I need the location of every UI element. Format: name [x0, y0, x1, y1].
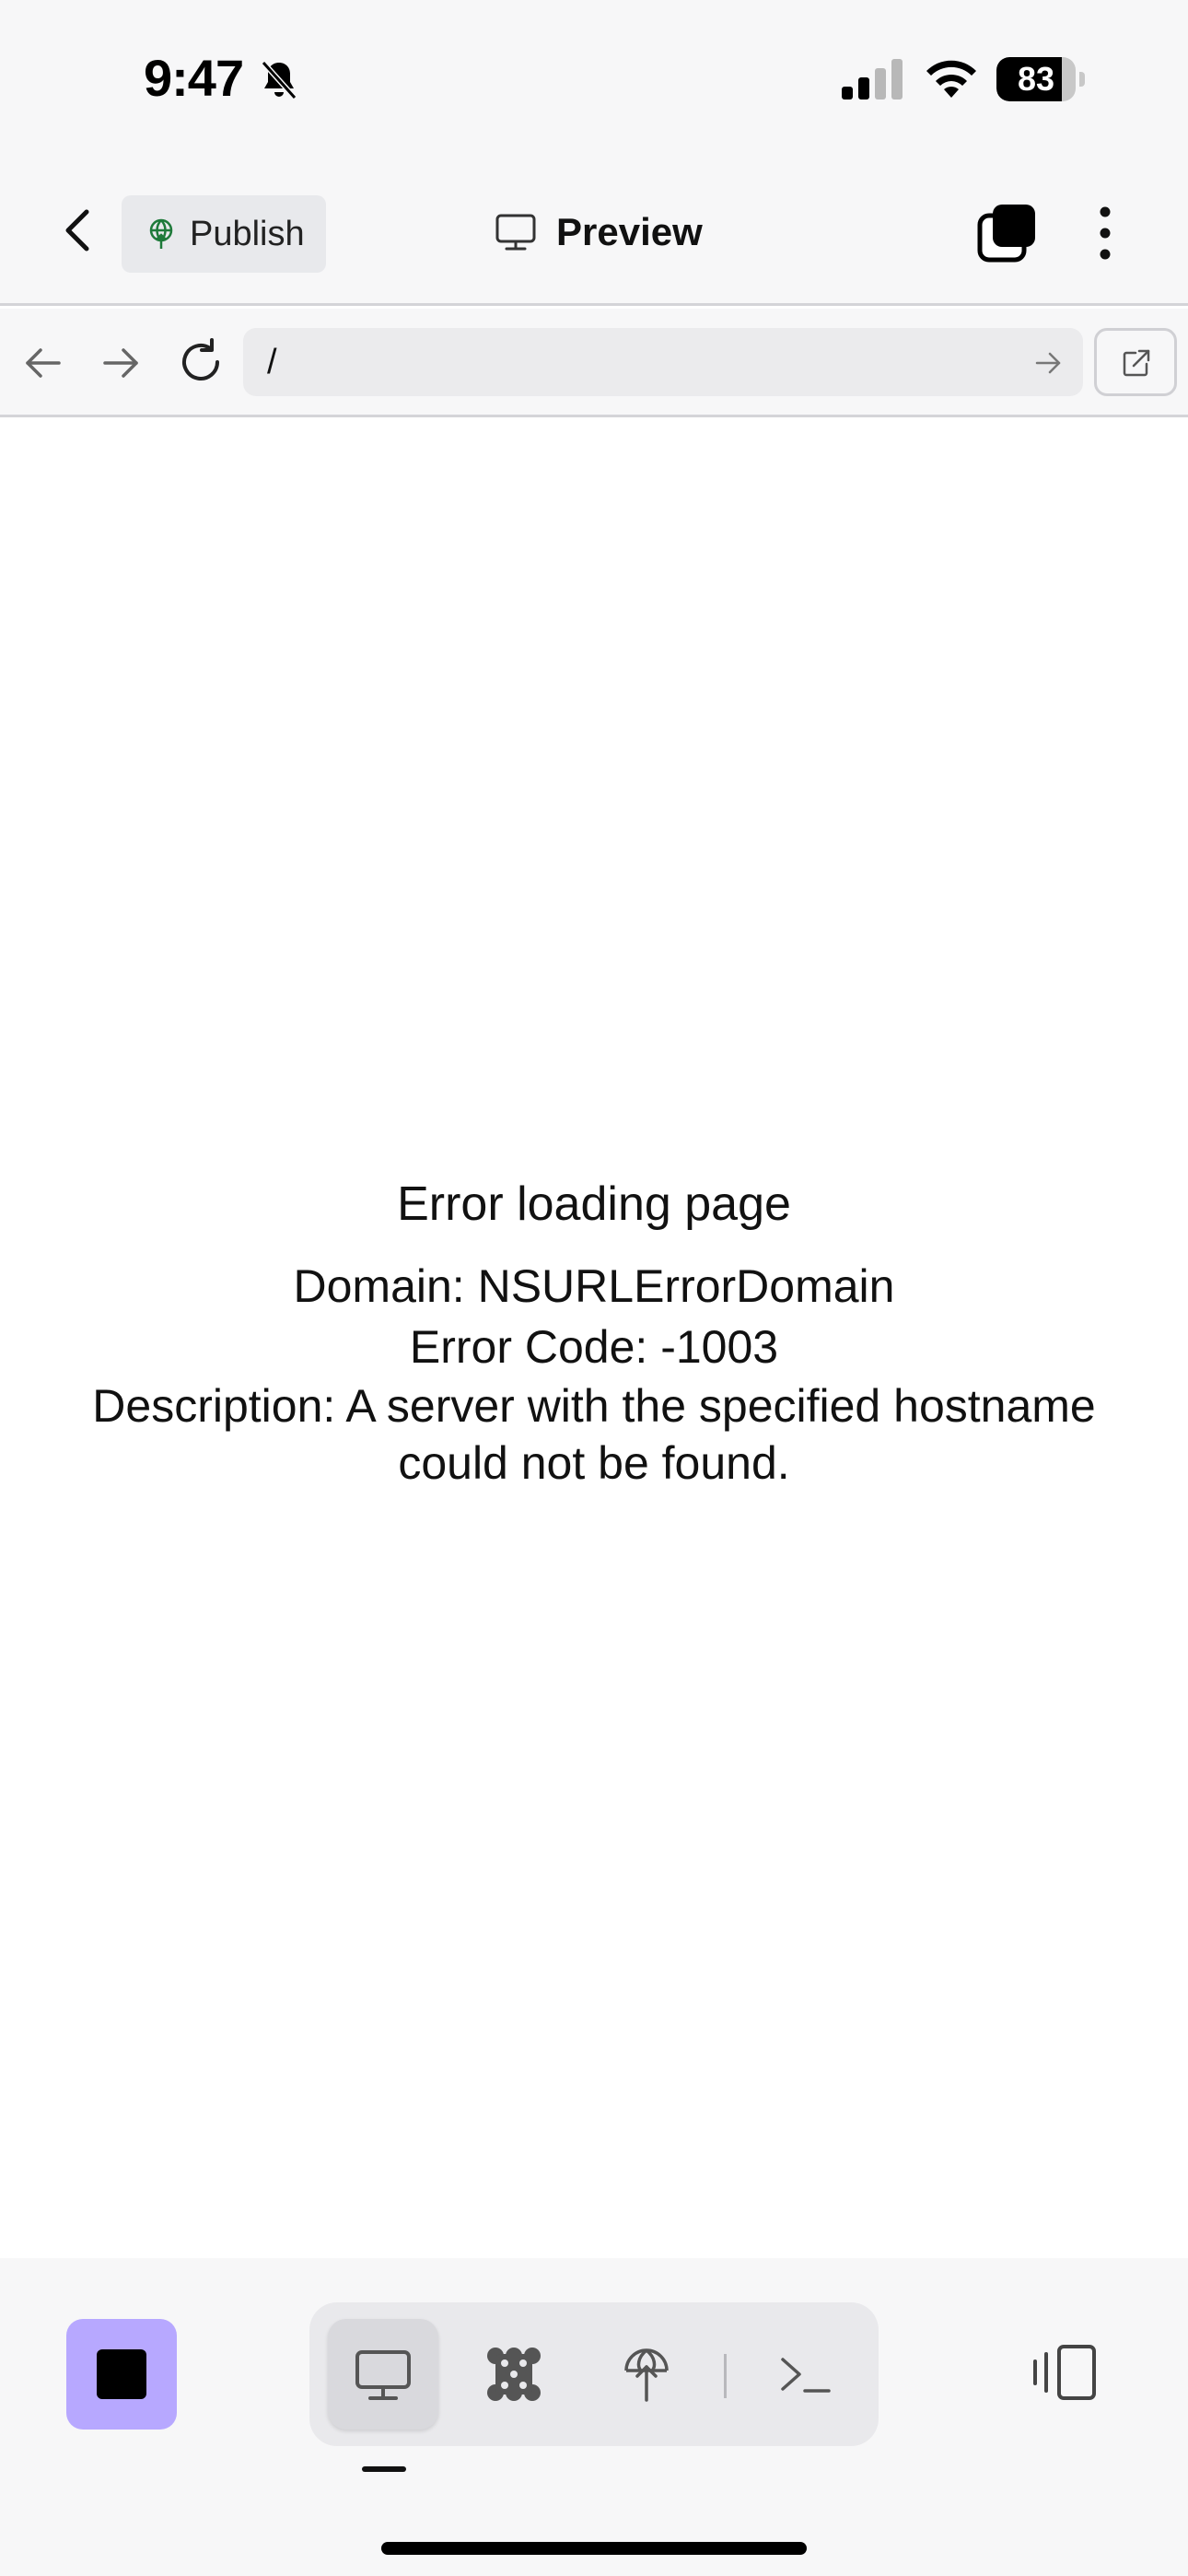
arrow-left-icon[interactable]: [22, 342, 64, 384]
publish-label: Publish: [190, 214, 305, 253]
arrow-right-icon[interactable]: [99, 342, 142, 384]
home-indicator: [381, 2542, 807, 2555]
bell-slash-icon: [261, 60, 297, 100]
more-vertical-icon[interactable]: [1087, 203, 1124, 263]
error-description: Description: A server with the specified…: [92, 1380, 1096, 1489]
active-tool-indicator: [362, 2466, 406, 2472]
globe-icon: [624, 2348, 669, 2402]
error-domain: Domain: NSURLErrorDomain: [293, 1260, 895, 1312]
web-content: Error loading page Domain: NSURLErrorDom…: [0, 417, 1188, 2258]
external-link-icon: [1123, 349, 1150, 377]
globe-icon: [149, 218, 173, 249]
publish-button[interactable]: Publish: [122, 195, 326, 273]
page-title: Preview: [556, 210, 703, 253]
tool-separator: [724, 2354, 727, 2398]
battery-level: 83: [1017, 60, 1055, 98]
network-icon: [487, 2348, 541, 2401]
url-bar: /: [0, 309, 1188, 417]
stop-button[interactable]: [66, 2319, 177, 2430]
reload-icon[interactable]: [177, 338, 225, 386]
preview-title: Preview: [494, 205, 703, 260]
error-code: Error Code: -1003: [409, 1321, 779, 1373]
tool-network[interactable]: [459, 2319, 569, 2430]
bottom-toolbar: [0, 2258, 1188, 2576]
stop-icon: [97, 2349, 146, 2399]
tool-terminal[interactable]: [750, 2319, 860, 2430]
status-time: 9:47: [144, 49, 244, 107]
address-field[interactable]: /: [243, 328, 1083, 396]
status-bar: 9:47 83: [0, 0, 1188, 157]
tool-group: [309, 2302, 879, 2446]
tool-publish[interactable]: [591, 2319, 702, 2430]
error-message: Error loading page Domain: NSURLErrorDom…: [0, 1171, 1188, 1492]
cellular-signal-icon: [842, 59, 903, 100]
panel-toggle-icon[interactable]: [1031, 2343, 1100, 2402]
terminal-icon: [781, 2358, 831, 2393]
monitor-icon: [355, 2350, 411, 2400]
chevron-left-icon[interactable]: [52, 203, 107, 258]
error-title: Error loading page: [397, 1177, 791, 1231]
battery-icon: 83: [996, 57, 1085, 101]
go-arrow-icon[interactable]: [1033, 348, 1063, 378]
tool-preview[interactable]: [328, 2319, 438, 2430]
monitor-icon: [495, 214, 536, 251]
address-text: /: [267, 343, 277, 381]
wifi-icon: [926, 60, 976, 98]
open-external-button[interactable]: [1094, 328, 1177, 396]
tabs-icon[interactable]: [976, 203, 1037, 263]
app-header: Publish Preview: [0, 157, 1188, 306]
